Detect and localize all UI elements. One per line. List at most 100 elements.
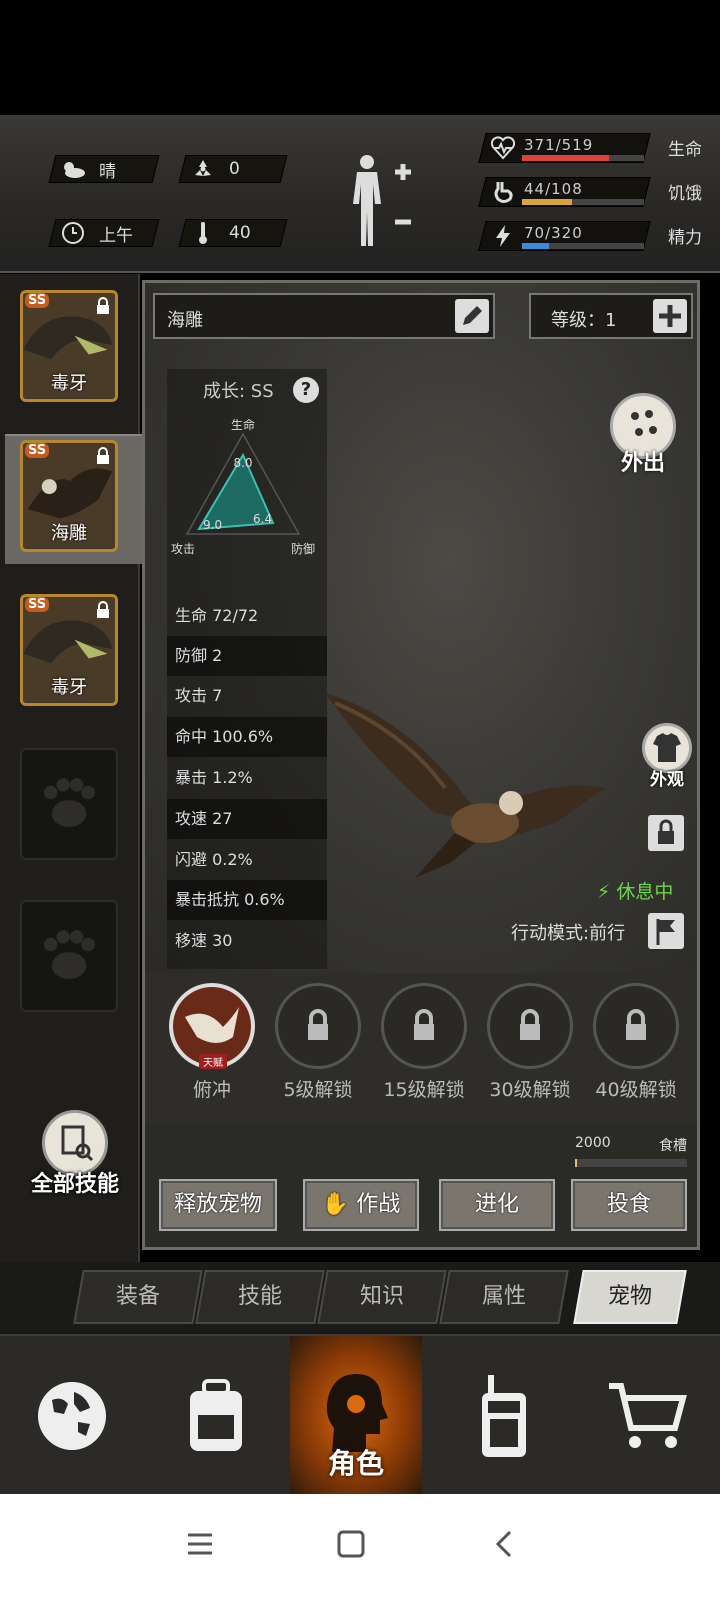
pet-name: 毒牙	[51, 373, 87, 394]
hunger-stat: 44/108 饥饿	[478, 177, 710, 211]
menu-icon[interactable]	[180, 1524, 220, 1564]
shopping-cart-icon	[609, 1383, 687, 1448]
nav-character[interactable]: 角色	[290, 1336, 422, 1496]
home-icon[interactable]	[331, 1524, 371, 1564]
energy-value: 70/320	[524, 224, 583, 242]
pet-name-field[interactable]: 海雕	[153, 293, 495, 339]
eagle-pet-image	[325, 693, 605, 878]
appearance-button[interactable]: 外观	[637, 723, 697, 790]
time-pill: 上午	[48, 219, 160, 247]
talent-badge: 天赋	[199, 1054, 227, 1069]
skill-label: 15级解锁	[383, 1079, 465, 1101]
trough-bar	[575, 1159, 687, 1167]
clock-icon	[59, 219, 87, 247]
pet-slot-1[interactable]: SS 毒牙	[20, 290, 118, 402]
lock-icon	[414, 1009, 434, 1040]
tab-skills[interactable]: 技能	[195, 1270, 325, 1324]
resting-text: 休息中	[616, 881, 674, 903]
hunger-label: 饥饿	[668, 184, 702, 204]
skill-label: 30级解锁	[489, 1079, 571, 1101]
all-skills-label: 全部技能	[30, 1172, 119, 1197]
lock-icon	[97, 447, 109, 464]
battle-label: 作战	[356, 1192, 401, 1217]
walkie-talkie-icon	[482, 1375, 526, 1457]
lock-icon	[626, 1009, 646, 1040]
stat-row: 暴击抵抗 0.6%	[167, 880, 327, 920]
system-nav-bar	[0, 1494, 720, 1600]
all-skills-button[interactable]: 全部技能	[25, 1110, 125, 1210]
skill-dive[interactable]: 天赋 俯冲	[167, 983, 257, 1102]
empty-pet-slot[interactable]	[20, 900, 118, 1012]
radar-top-label: 生命	[231, 419, 255, 432]
status-bar-area	[0, 0, 720, 115]
flag-icon	[656, 919, 675, 945]
nav-map[interactable]	[0, 1336, 144, 1496]
skill-locked[interactable]: 15级解锁	[379, 983, 469, 1102]
back-icon[interactable]	[484, 1524, 524, 1564]
energy-stat: 70/320 精力	[478, 221, 710, 255]
temperature-value: 40	[229, 223, 251, 243]
health-stat: 371/519 生命	[478, 133, 710, 167]
pencil-icon	[463, 306, 482, 325]
level-box: 等级：1	[529, 293, 693, 339]
edit-name-button[interactable]	[455, 299, 489, 333]
release-pet-button[interactable]: 释放宠物	[159, 1179, 277, 1231]
health-value: 371/519	[524, 136, 594, 154]
pet-name: 海雕	[51, 523, 87, 544]
hud: 晴 0 上午 40 371/519 生命 44/108 饥饿 70/320 精力	[0, 115, 720, 273]
skill-locked[interactable]: 5级解锁	[273, 983, 363, 1102]
stat-row: 防御 2	[167, 636, 327, 676]
nav-radio[interactable]	[432, 1336, 576, 1496]
radar-left-label: 攻击	[171, 542, 195, 556]
pet-name-text: 海雕	[167, 310, 203, 331]
empty-pet-slot[interactable]	[20, 748, 118, 860]
tab-equipment[interactable]: 装备	[73, 1270, 203, 1324]
skill-label: 俯冲	[192, 1079, 231, 1101]
weather-pill: 晴	[48, 155, 160, 183]
radar-right-label: 防御	[291, 541, 315, 556]
globe-icon	[38, 1382, 106, 1450]
rank-badge: SS	[25, 293, 50, 308]
nav-shop[interactable]	[576, 1336, 720, 1496]
tab-pets[interactable]: 宠物	[573, 1270, 687, 1324]
pet-name: 毒牙	[51, 677, 87, 698]
plus-icon	[659, 305, 681, 327]
hunger-value: 44/108	[524, 180, 583, 198]
tab-attributes[interactable]: 属性	[439, 1270, 569, 1324]
trough-value: 2000	[575, 1135, 611, 1151]
paw-icon	[44, 930, 95, 980]
action-mode-text: 行动模式:前行	[511, 923, 626, 944]
time-text: 上午	[99, 225, 133, 246]
stat-row: 攻速 27	[167, 799, 327, 839]
cloud-sun-icon	[59, 155, 87, 183]
tab-knowledge[interactable]: 知识	[317, 1270, 447, 1324]
go-out-button[interactable]: 外出	[607, 393, 679, 477]
action-mode-button[interactable]	[648, 913, 684, 949]
claw-icon: ✋	[321, 1192, 350, 1217]
evolve-button[interactable]: 进化	[439, 1179, 555, 1231]
lock-button[interactable]	[648, 815, 684, 851]
battle-button[interactable]: ✋ 作战	[303, 1179, 419, 1231]
stat-row: 命中 100.6%	[167, 717, 327, 757]
skill-label: 40级解锁	[595, 1079, 677, 1101]
feed-button[interactable]: 投食	[571, 1179, 687, 1231]
body-status-icon[interactable]	[345, 150, 425, 250]
level-text: 等级：1	[551, 310, 617, 331]
skill-locked[interactable]: 30级解锁	[485, 983, 575, 1102]
lock-icon	[658, 819, 674, 844]
skill-locked[interactable]: 40级解锁	[591, 983, 681, 1102]
stat-row: 攻击 7	[175, 686, 223, 705]
pet-slot-2[interactable]: SS 海雕	[20, 440, 118, 552]
level-up-button[interactable]	[653, 299, 687, 333]
pet-slot-3[interactable]: SS 毒牙	[20, 594, 118, 706]
backpack-icon	[190, 1379, 242, 1451]
help-icon[interactable]: ?	[293, 377, 319, 403]
energy-bar	[522, 243, 644, 249]
radar-hp-value: 8.0	[233, 456, 252, 470]
lock-icon	[520, 1009, 540, 1040]
lock-icon	[97, 297, 109, 314]
nav-backpack[interactable]	[144, 1336, 288, 1496]
nav-character-label: 角色	[327, 1447, 384, 1480]
lightning-icon	[496, 225, 510, 247]
hunger-bar	[522, 199, 644, 205]
